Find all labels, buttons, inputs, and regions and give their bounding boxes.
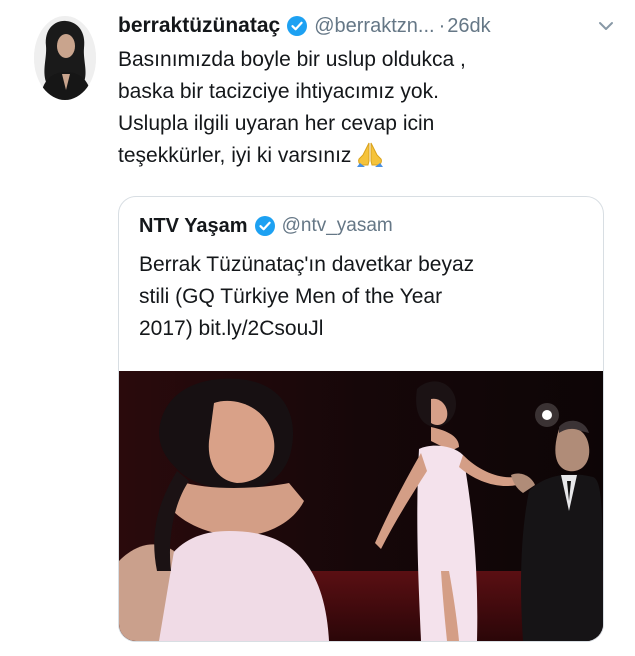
tweet-header: berraktüzünataç @berraktzn... · 26dk	[118, 10, 615, 42]
chevron-down-icon[interactable]	[597, 17, 615, 35]
quoted-tweet-text: Berrak Tüzünataç'ın davetkar beyaz stili…	[139, 249, 589, 345]
tweet-text-line: teşekkürler, iyi ki varsınız	[118, 144, 352, 167]
quoted-display-name: NTV Yaşam	[139, 214, 248, 237]
verified-badge-icon	[254, 215, 276, 237]
display-name[interactable]: berraktüzünataç	[118, 14, 280, 38]
separator-dot: ·	[438, 14, 446, 37]
tweet[interactable]: berraktüzünataç @berraktzn... · 26dk Bas…	[0, 0, 635, 656]
quoted-text-line[interactable]: 2017) bit.ly/2CsouJl	[139, 313, 589, 345]
quoted-tweet-image[interactable]	[119, 371, 603, 641]
tweet-text: Basınımızda boyle bir uslup oldukca , ba…	[118, 44, 598, 172]
quoted-tweet-header: NTV Yaşam @ntv_yasam	[139, 211, 393, 241]
verified-badge-icon	[286, 15, 308, 37]
timestamp[interactable]: 26dk	[447, 15, 490, 38]
quoted-text-line: stili (GQ Türkiye Men of the Year	[139, 285, 443, 308]
tweet-text-last-line: teşekkürler, iyi ki varsınız	[118, 140, 598, 172]
tweet-text-line: Basınımızda boyle bir uslup oldukca ,	[118, 48, 466, 71]
red-carpet-photo	[119, 371, 603, 641]
tweet-text-line: baska bir tacizciye ihtiyacımız yok.	[118, 80, 439, 103]
quoted-text-line: Berrak Tüzünataç'ın davetkar beyaz	[139, 253, 475, 276]
handle[interactable]: @berraktzn...	[314, 15, 434, 38]
quoted-tweet[interactable]: NTV Yaşam @ntv_yasam Berrak Tüzünataç'ın…	[118, 196, 604, 642]
quoted-handle: @ntv_yasam	[281, 215, 393, 236]
avatar-photo	[34, 16, 96, 100]
tweet-text-line: Uslupla ilgili uyaran her cevap icin	[118, 112, 435, 135]
folded-hands-icon	[355, 141, 385, 167]
avatar[interactable]	[34, 16, 96, 100]
